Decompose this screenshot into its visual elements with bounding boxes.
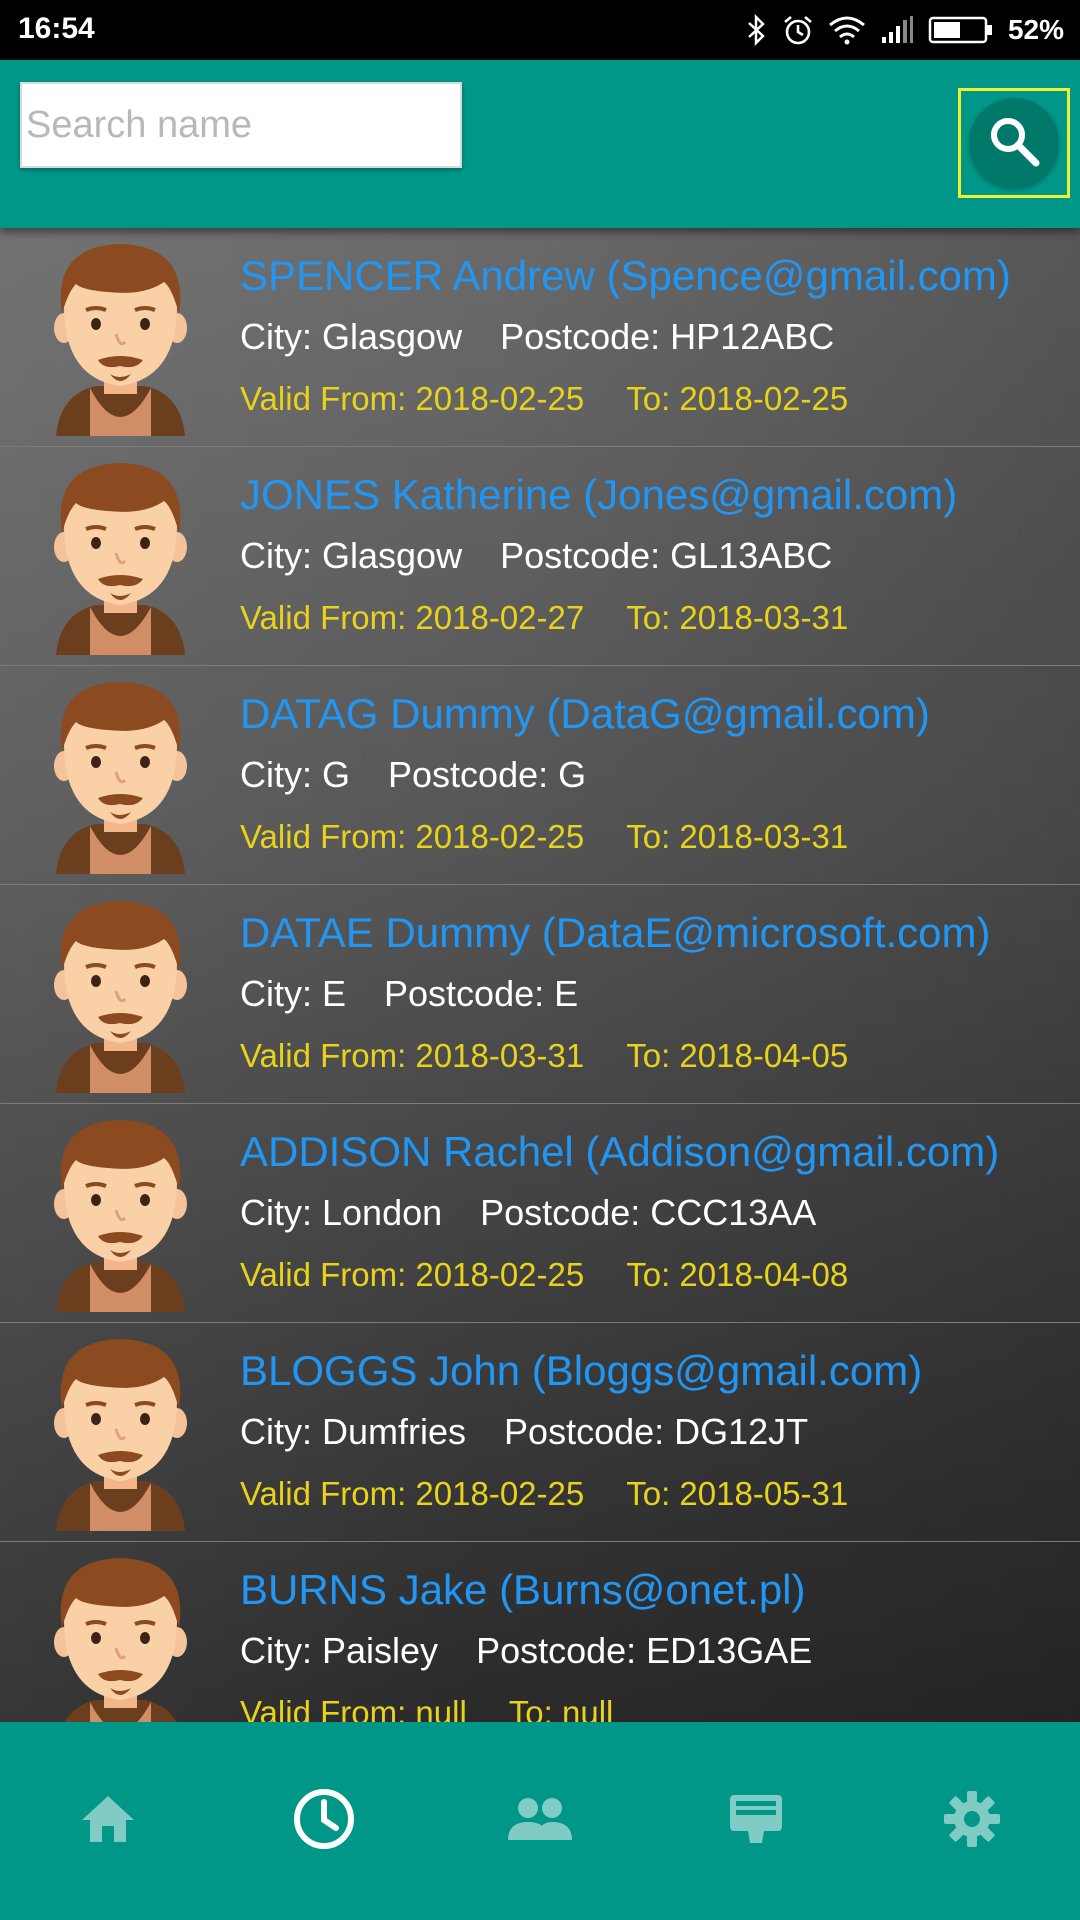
person-city: City: E xyxy=(240,973,347,1014)
list-item[interactable]: SPENCER Andrew (Spence@gmail.com) City: … xyxy=(0,228,1080,447)
person-validity: Valid From: 2018-02-25 To: 2018-02-25 xyxy=(240,380,848,418)
nav-home[interactable] xyxy=(38,1751,178,1891)
person-name-email: BURNS Jake (Burns@onet.pl) xyxy=(240,1566,806,1613)
display-icon xyxy=(726,1791,786,1852)
person-city: City: Glasgow xyxy=(240,535,463,576)
bottom-navigation xyxy=(0,1722,1080,1920)
person-postcode: Postcode: DG12JT xyxy=(504,1411,809,1452)
valid-from: Valid From: null xyxy=(240,1694,467,1722)
valid-to: To: null xyxy=(508,1694,614,1722)
list-item[interactable]: JONES Katherine (Jones@gmail.com) City: … xyxy=(0,447,1080,666)
nav-history[interactable] xyxy=(254,1751,394,1891)
top-bar xyxy=(0,60,1080,228)
valid-to: To: 2018-04-08 xyxy=(626,1256,849,1293)
person-postcode: Postcode: GL13ABC xyxy=(500,535,833,576)
person-validity: Valid From: null To: null xyxy=(240,1694,613,1722)
valid-from: Valid From: 2018-02-25 xyxy=(240,818,585,855)
person-name-email: BLOGGS John (Bloggs@gmail.com) xyxy=(240,1347,923,1394)
list-item[interactable]: DATAG Dummy (DataG@gmail.com) City: G Pos… xyxy=(0,666,1080,885)
valid-from: Valid From: 2018-02-27 xyxy=(240,599,585,636)
person-validity: Valid From: 2018-02-25 To: 2018-05-31 xyxy=(240,1475,848,1513)
people-icon xyxy=(506,1794,574,1849)
person-postcode: Postcode: HP12ABC xyxy=(500,316,835,357)
avatar xyxy=(48,893,193,1093)
person-postcode: Postcode: E xyxy=(384,973,579,1014)
person-name-email: JONES Katherine (Jones@gmail.com) xyxy=(240,471,958,518)
valid-to: To: 2018-03-31 xyxy=(626,818,849,855)
avatar xyxy=(48,236,193,436)
search-button[interactable] xyxy=(969,98,1059,188)
person-validity: Valid From: 2018-02-25 To: 2018-03-31 xyxy=(240,818,848,856)
bluetooth-icon xyxy=(746,14,768,46)
wifi-icon xyxy=(828,15,866,45)
list-item[interactable]: BURNS Jake (Burns@onet.pl) City: Paisley… xyxy=(0,1542,1080,1722)
person-location: City: London Postcode: CCC13AA xyxy=(240,1192,816,1234)
person-postcode: Postcode: ED13GAE xyxy=(476,1630,813,1671)
gear-icon xyxy=(942,1789,1002,1854)
person-location: City: Glasgow Postcode: GL13ABC xyxy=(240,535,832,577)
alarm-icon xyxy=(782,14,814,46)
person-name-email: SPENCER Andrew (Spence@gmail.com) xyxy=(240,252,1011,299)
person-city: City: Glasgow xyxy=(240,316,463,357)
avatar xyxy=(48,1331,193,1531)
clock-icon xyxy=(291,1786,357,1857)
valid-to: To: 2018-03-31 xyxy=(626,599,849,636)
battery-percent: 52% xyxy=(1007,14,1064,45)
valid-from: Valid From: 2018-03-31 xyxy=(240,1037,585,1074)
status-bar: 16:54 52% xyxy=(0,0,1080,60)
person-name-email: DATAE Dummy (DataE@microsoft.com) xyxy=(240,909,991,956)
person-city: City: G xyxy=(240,754,351,795)
signal-icon xyxy=(880,15,914,45)
search-input[interactable] xyxy=(22,84,460,166)
search-box[interactable] xyxy=(20,82,462,168)
home-icon xyxy=(78,1792,138,1851)
person-location: City: G Postcode: G xyxy=(240,754,586,796)
avatar xyxy=(48,455,193,655)
valid-from: Valid From: 2018-02-25 xyxy=(240,1256,585,1293)
nav-people[interactable] xyxy=(470,1751,610,1891)
battery-icon xyxy=(928,15,994,45)
list-item[interactable]: DATAE Dummy (DataE@microsoft.com) City: … xyxy=(0,885,1080,1104)
avatar xyxy=(48,674,193,874)
person-validity: Valid From: 2018-02-27 To: 2018-03-31 xyxy=(240,599,848,637)
person-postcode: Postcode: G xyxy=(388,754,587,795)
valid-from: Valid From: 2018-02-25 xyxy=(240,1475,585,1512)
valid-from: Valid From: 2018-02-25 xyxy=(240,380,585,417)
search-icon xyxy=(986,113,1042,174)
valid-to: To: 2018-05-31 xyxy=(626,1475,849,1512)
person-name-email: ADDISON Rachel (Addison@gmail.com) xyxy=(240,1128,1000,1175)
status-icons: 52% xyxy=(746,10,1064,50)
person-city: City: London xyxy=(240,1192,443,1233)
nav-display[interactable] xyxy=(686,1751,826,1891)
person-validity: Valid From: 2018-02-25 To: 2018-04-08 xyxy=(240,1256,848,1294)
valid-to: To: 2018-04-05 xyxy=(626,1037,849,1074)
list-item[interactable]: BLOGGS John (Bloggs@gmail.com) City: Dum… xyxy=(0,1323,1080,1542)
person-location: City: Paisley Postcode: ED13GAE xyxy=(240,1630,812,1672)
person-postcode: Postcode: CCC13AA xyxy=(480,1192,817,1233)
person-location: City: Dumfries Postcode: DG12JT xyxy=(240,1411,808,1453)
person-city: City: Paisley xyxy=(240,1630,439,1671)
list-item[interactable]: ADDISON Rachel (Addison@gmail.com) City:… xyxy=(0,1104,1080,1323)
person-list[interactable]: SPENCER Andrew (Spence@gmail.com) City: … xyxy=(0,228,1080,1722)
search-button-highlight xyxy=(958,88,1070,198)
person-location: City: E Postcode: E xyxy=(240,973,578,1015)
avatar xyxy=(48,1112,193,1312)
valid-to: To: 2018-02-25 xyxy=(626,380,849,417)
person-name-email: DATAG Dummy (DataG@gmail.com) xyxy=(240,690,930,737)
avatar xyxy=(48,1550,193,1722)
person-city: City: Dumfries xyxy=(240,1411,467,1452)
nav-settings[interactable] xyxy=(902,1751,1042,1891)
status-time: 16:54 xyxy=(18,12,95,45)
person-validity: Valid From: 2018-03-31 To: 2018-04-05 xyxy=(240,1037,848,1075)
person-location: City: Glasgow Postcode: HP12ABC xyxy=(240,316,834,358)
